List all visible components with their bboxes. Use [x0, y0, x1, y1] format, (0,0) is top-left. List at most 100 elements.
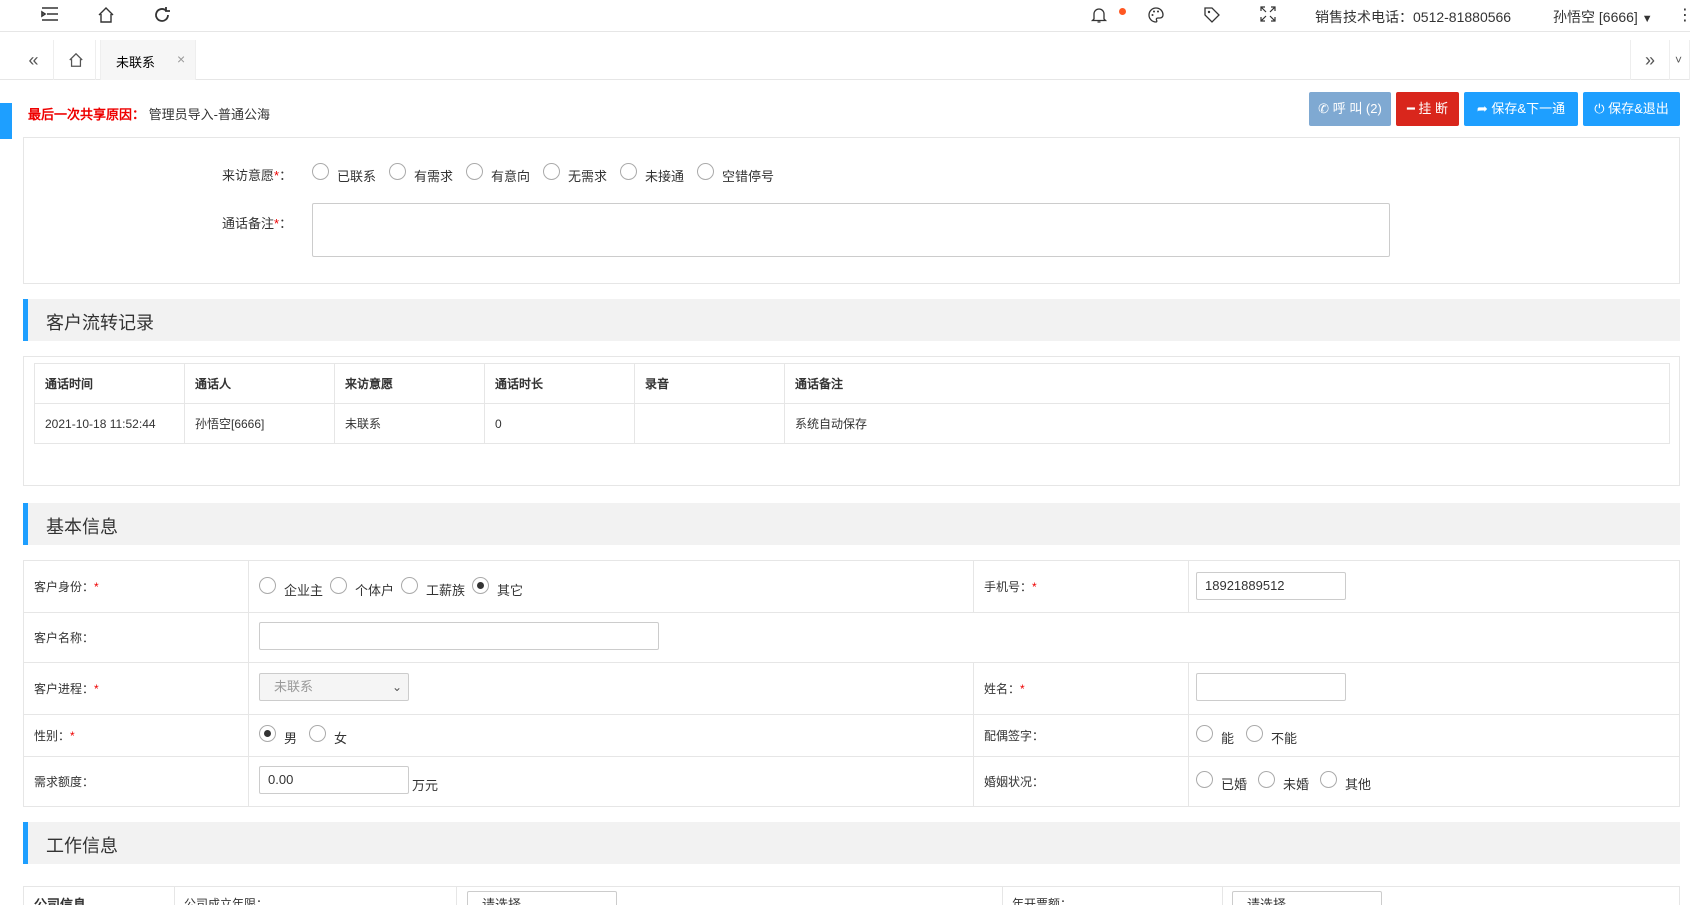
intent-option-label: 有意向	[491, 169, 531, 184]
col-caller: 通话人	[184, 363, 335, 404]
progress-label: 客户进程：*	[23, 662, 249, 715]
caret-down-icon: ▼	[1641, 13, 1653, 25]
identity-option-label: 工薪族	[426, 583, 466, 598]
spouse-option-label: 不能	[1271, 731, 1298, 746]
identity-radio-individual[interactable]	[330, 577, 347, 594]
tab-scroll-right-icon[interactable]: »	[1630, 40, 1670, 80]
marital-label: 婚姻状况：	[973, 756, 1189, 807]
home-icon[interactable]	[96, 6, 116, 26]
phone-icon: ✆	[1318, 101, 1330, 116]
menu-fold-icon[interactable]	[40, 6, 60, 26]
gender-cell	[248, 714, 974, 757]
gender-option-label: 男	[284, 731, 298, 746]
amount-input[interactable]: 0.00	[259, 766, 409, 794]
table-row: 2021-10-18 11:52:44 孙悟空[6666] 未联系 0 系统自动…	[34, 403, 1670, 444]
section-title: 工作信息	[46, 836, 118, 856]
spouse-radio-no[interactable]	[1246, 725, 1263, 742]
cell-recording[interactable]	[634, 403, 785, 444]
spouse-radio-yes[interactable]	[1196, 725, 1213, 742]
progress-select[interactable]: 未联系 ⌄	[259, 673, 409, 701]
person-label: 姓名：*	[973, 662, 1189, 715]
identity-label: 客户身份：*	[23, 560, 249, 613]
phone-input[interactable]: 18921889512	[1196, 572, 1346, 600]
established-select-value: 请选择	[482, 897, 522, 905]
intent-option-label: 空错停号	[722, 169, 775, 184]
marital-radio-single[interactable]	[1258, 771, 1275, 788]
more-vertical-icon[interactable]: ⋮	[1677, 6, 1690, 26]
identity-radio-salaried[interactable]	[401, 577, 418, 594]
tab-uncontacted[interactable]: 未联系 ×	[100, 40, 196, 80]
tab-bar: « 未联系 × » ˅	[0, 40, 1690, 80]
phone-label: 手机号：*	[973, 560, 1189, 613]
palette-icon[interactable]	[1146, 6, 1166, 26]
identity-radio-other[interactable]	[472, 577, 489, 594]
bell-icon[interactable]	[1089, 6, 1109, 26]
save-exit-button[interactable]: ⏻ 保存&退出	[1583, 92, 1680, 126]
identity-radio-owner[interactable]	[259, 577, 276, 594]
table-header-row: 通话时间 通话人 来访意愿 通话时长 录音 通话备注	[34, 363, 1670, 404]
customer-name-input[interactable]	[259, 622, 659, 650]
left-accent-bar	[0, 103, 12, 139]
spouse-label: 配偶签字：	[973, 714, 1189, 757]
chevron-down-icon: ⌄	[1364, 898, 1375, 905]
section-basic-info: 基本信息	[23, 503, 1680, 545]
note-label: 通话备注*：	[222, 216, 293, 231]
power-icon: ⏻	[1594, 101, 1605, 116]
intent-radio-need[interactable]	[389, 163, 406, 180]
chevron-down-icon: ⌄	[599, 898, 610, 905]
intent-option-label: 已联系	[337, 169, 377, 184]
marital-option-label: 已婚	[1221, 777, 1248, 792]
cell-caller: 孙悟空[6666]	[184, 403, 335, 444]
user-name: 孙悟空 [6666]	[1553, 9, 1638, 25]
intent-radio-interest[interactable]	[466, 163, 483, 180]
gender-radio-female[interactable]	[309, 725, 326, 742]
revenue-select-value: 请选择	[1247, 897, 1287, 905]
share-reason-label: 最后一次共享原因：	[28, 107, 146, 122]
identity-option-label: 个体户	[355, 583, 395, 598]
refresh-icon[interactable]	[152, 6, 172, 26]
tab-home-icon[interactable]	[56, 40, 96, 80]
hangup-button[interactable]: ━ 挂 断	[1396, 92, 1459, 126]
spouse-option-label: 能	[1221, 731, 1235, 746]
save-next-button[interactable]: ➦ 保存&下一通	[1464, 92, 1578, 126]
call-note-textarea[interactable]	[312, 203, 1390, 257]
intent-radio-no-need[interactable]	[543, 163, 560, 180]
intent-radio-invalid-number[interactable]	[697, 163, 714, 180]
identity-option-label: 其它	[497, 583, 524, 598]
call-button[interactable]: ✆ 呼 叫 (2)	[1309, 92, 1391, 126]
fullscreen-icon[interactable]	[1258, 6, 1278, 26]
person-name-input[interactable]	[1196, 673, 1346, 701]
chevron-down-icon: ⌄	[391, 680, 402, 694]
notification-dot	[1119, 8, 1126, 15]
gender-radio-male[interactable]	[259, 725, 276, 742]
save-next-label: 保存&下一通	[1491, 101, 1566, 116]
amount-label: 需求额度：	[23, 756, 249, 807]
section-title: 基本信息	[46, 517, 118, 537]
sales-phone-text: 销售技术电话：0512-81880566	[1315, 9, 1512, 25]
section-title: 客户流转记录	[46, 313, 154, 333]
marital-radio-married[interactable]	[1196, 771, 1213, 788]
company-info-label: 公司信息	[34, 897, 87, 905]
intent-radio-unanswered[interactable]	[620, 163, 637, 180]
user-menu[interactable]: 孙悟空 [6666] ▼	[1553, 7, 1653, 27]
tag-icon[interactable]	[1202, 6, 1222, 26]
intent-option-label: 未接通	[645, 169, 685, 184]
work-info-row: 公司信息 公司成立年限： 请选择 ⌄ 年开票额： 请选择 ⌄	[23, 886, 1680, 905]
marital-option-label: 未婚	[1283, 777, 1310, 792]
col-recording: 录音	[634, 363, 785, 404]
marital-radio-other[interactable]	[1320, 771, 1337, 788]
revenue-select[interactable]: 请选择 ⌄	[1232, 891, 1382, 905]
col-intent: 来访意愿	[334, 363, 485, 404]
established-select[interactable]: 请选择 ⌄	[467, 891, 617, 905]
records-table: 通话时间 通话人 来访意愿 通话时长 录音 通话备注 2021-10-18 11…	[34, 363, 1670, 444]
cell-call-time: 2021-10-18 11:52:44	[34, 403, 185, 444]
amount-unit: 万元	[412, 778, 439, 793]
gender-option-label: 女	[334, 731, 348, 746]
section-work-info: 工作信息	[23, 822, 1680, 864]
tab-scroll-left-icon[interactable]: «	[14, 40, 54, 80]
tab-close-icon[interactable]: ×	[177, 51, 185, 67]
intent-radio-contacted[interactable]	[312, 163, 329, 180]
identity-option-label: 企业主	[284, 583, 324, 598]
tab-dropdown-icon[interactable]: ˅	[1668, 40, 1690, 80]
name-label: 客户名称：	[23, 612, 249, 663]
